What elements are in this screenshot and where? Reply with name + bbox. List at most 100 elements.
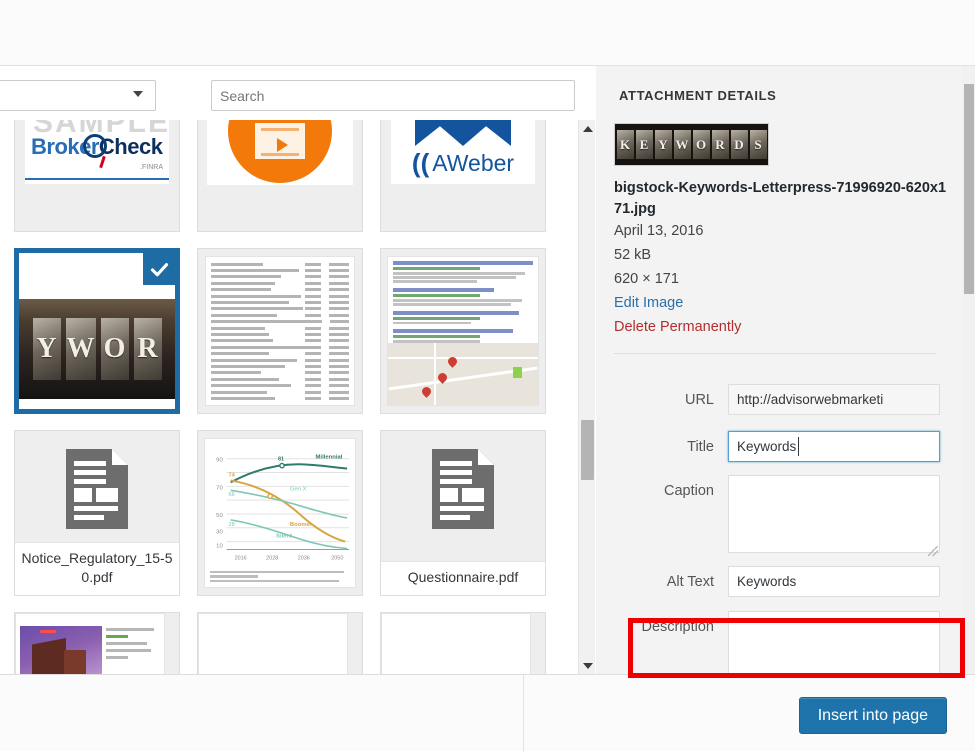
svg-text:Gen X: Gen X — [290, 486, 307, 492]
search-input[interactable] — [211, 80, 575, 111]
alt-text-label: Alt Text — [666, 574, 714, 590]
caret-up-icon[interactable] — [579, 120, 596, 137]
chart-note — [210, 570, 350, 584]
serp-screenshot — [387, 256, 539, 406]
pdf-notice-regulatory[interactable]: Notice_Regulatory_15-50.pdf — [14, 430, 180, 596]
hotel-photo — [20, 626, 102, 674]
media-modal: SAMPLE BrokerCheck .FINRA — [0, 66, 975, 752]
modal-footer: Insert into page — [0, 674, 975, 752]
attachment-filesize: 52 kB — [614, 247, 652, 263]
media-grid-row: Notice_Regulatory_15-50.pdf 90 70 50 30 … — [14, 430, 566, 612]
caption-label: Caption — [664, 483, 714, 499]
description-textarea[interactable] — [728, 611, 940, 674]
map-area-marker — [513, 367, 522, 378]
brokercheck-thumbnail[interactable]: SAMPLE BrokerCheck .FINRA — [14, 120, 180, 232]
media-browser: SAMPLE BrokerCheck .FINRA — [0, 66, 596, 674]
attachment-date: April 13, 2016 — [614, 223, 704, 239]
line-chart-image: 90 70 50 30 10 2016 2028 2036 2050 81 Mi… — [204, 438, 356, 588]
title-label: Title — [687, 439, 714, 455]
edit-image-link[interactable]: Edit Image — [614, 295, 683, 312]
details-divider — [614, 353, 936, 354]
keywords-letterpress-thumbnail[interactable]: Y W O R — [14, 248, 180, 414]
svg-text:Millennial: Millennial — [316, 455, 343, 461]
letter-block: R — [711, 130, 729, 159]
svg-text:28: 28 — [229, 522, 235, 528]
hotel-copy — [106, 628, 160, 663]
letter-block: D — [730, 130, 748, 159]
keyword-table-rows — [205, 256, 355, 406]
insert-into-page-button[interactable]: Insert into page — [798, 697, 947, 734]
letterpress-image: Y W O R — [19, 299, 175, 399]
url-input[interactable] — [728, 384, 940, 415]
scrollbar-thumb[interactable] — [964, 84, 974, 294]
letter-block: S — [749, 130, 767, 159]
media-grid-scrollbar[interactable] — [578, 120, 595, 674]
svg-text:2016: 2016 — [235, 555, 247, 561]
magnifier-icon — [83, 134, 107, 158]
aweber-mark-icon: (( — [411, 148, 430, 178]
pdf-filename: Notice_Regulatory_15-50.pdf — [15, 542, 179, 595]
resize-handle-icon[interactable] — [928, 546, 938, 556]
video-icon-thumbnail[interactable] — [197, 120, 363, 232]
svg-text:74: 74 — [229, 472, 235, 478]
svg-text:Boomer: Boomer — [290, 522, 313, 528]
finra-label: .FINRA — [140, 164, 163, 171]
svg-text:Silent: Silent — [276, 534, 292, 540]
details-scrollbar[interactable] — [962, 66, 975, 674]
svg-text:2028: 2028 — [266, 555, 278, 561]
svg-text:30: 30 — [216, 530, 223, 536]
title-input[interactable] — [728, 431, 940, 462]
svg-text:50: 50 — [216, 513, 223, 519]
letter-block: K — [616, 130, 634, 159]
attachment-details-heading: ATTACHMENT DETAILS — [619, 88, 777, 103]
delete-permanently-link[interactable]: Delete Permanently — [614, 319, 741, 336]
svg-text:2036: 2036 — [298, 555, 310, 561]
keyword-table-thumbnail[interactable] — [197, 248, 363, 414]
letter-block: W — [673, 130, 691, 159]
description-label: Description — [641, 619, 714, 635]
media-grid-row: NAPFA '16 INNOVATI AWARDS APFA '1 — [14, 612, 566, 674]
serp-map-screenshot-thumbnail[interactable] — [380, 248, 546, 414]
hotel-promo-thumbnail[interactable] — [14, 612, 180, 674]
media-grid-viewport: SAMPLE BrokerCheck .FINRA ((AWeber Y W … — [0, 120, 596, 674]
play-icon — [277, 138, 288, 152]
alt-text-input[interactable] — [728, 566, 940, 597]
attachment-filename: bigstock-Keywords-Letterpress-71996920-6… — [614, 180, 947, 218]
letter-block: E — [635, 130, 653, 159]
pdf-questionnaire[interactable]: Questionnaire.pdf — [380, 430, 546, 596]
svg-text:90: 90 — [216, 458, 223, 464]
attachment-dimensions: 620 × 171 — [614, 271, 679, 287]
letter-block: Y — [654, 130, 672, 159]
attachment-thumbnail[interactable]: K E Y W O R D S — [614, 123, 769, 166]
pdf-filename: Questionnaire.pdf — [381, 561, 545, 595]
svg-text:81: 81 — [278, 457, 284, 463]
svg-text:2050: 2050 — [331, 555, 343, 561]
svg-text:66: 66 — [229, 492, 235, 498]
document-icon — [66, 449, 128, 529]
video-screen-icon — [253, 121, 307, 161]
aweber-label: AWeber — [432, 149, 515, 176]
caption-textarea[interactable] — [728, 475, 940, 553]
svg-text:10: 10 — [216, 544, 223, 550]
apfa-thumbnail[interactable]: APFA '1 — [380, 612, 546, 674]
brokercheck-rule — [25, 178, 169, 180]
media-grid-row: SAMPLE BrokerCheck .FINRA ((AWeber — [14, 120, 566, 248]
scrollbar-thumb[interactable] — [581, 420, 594, 480]
text-cursor — [798, 437, 799, 456]
check-icon[interactable] — [140, 253, 175, 288]
caret-down-icon[interactable] — [579, 657, 596, 674]
generations-line-chart-thumbnail[interactable]: 90 70 50 30 10 2016 2028 2036 2050 81 Mi… — [197, 430, 363, 596]
media-grid: SAMPLE BrokerCheck .FINRA ((AWeber Y W … — [14, 120, 566, 674]
letter-block: O — [692, 130, 710, 159]
page-backdrop — [0, 0, 975, 66]
aweber-peaks-icon — [415, 120, 511, 146]
napfa-2016-thumbnail[interactable]: NAPFA '16 INNOVATI AWARDS — [197, 612, 363, 674]
svg-text:70: 70 — [216, 485, 223, 491]
aweber-logo-thumbnail[interactable]: (( AWeber — [380, 120, 546, 232]
map-pin-icon — [420, 385, 433, 398]
map-thumbnail — [388, 343, 538, 405]
footer-divider — [523, 675, 524, 752]
attachment-details-panel: ATTACHMENT DETAILS K E Y W O R D S bigst… — [596, 66, 975, 674]
media-toolbar — [0, 66, 596, 120]
media-grid-row: Y W O R — [14, 248, 566, 430]
